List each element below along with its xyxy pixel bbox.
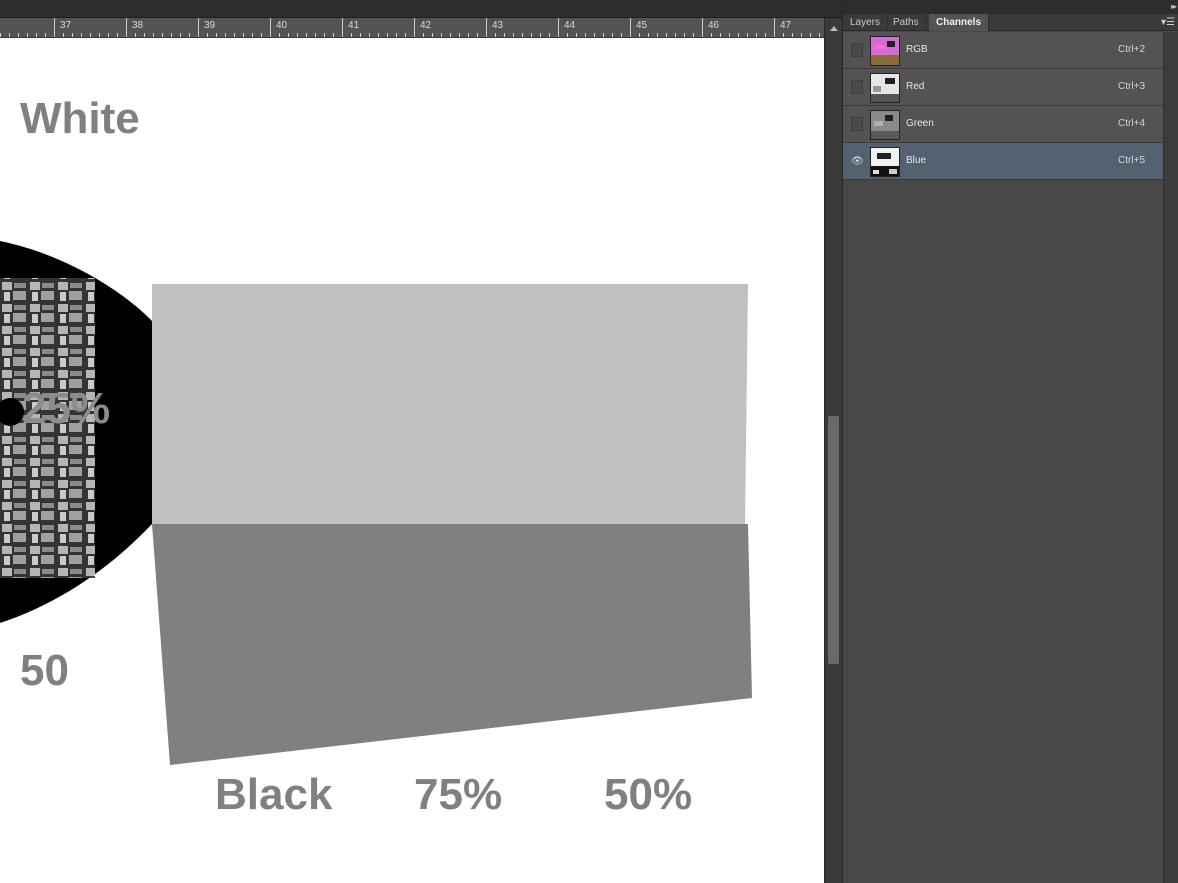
channel-name: Blue (906, 155, 927, 166)
canvas-artwork (0, 241, 752, 765)
eye-icon[interactable]: 👁 (851, 156, 864, 167)
ruler-label: 45 (636, 20, 648, 31)
tab-layers[interactable]: Layers (843, 14, 889, 31)
channel-shortcut: Ctrl+4 (1118, 118, 1145, 129)
channels-panel: ▸▸ Layers Paths Channels ▾☰ RGB Ctrl+2 R… (842, 0, 1178, 883)
visibility-toggle[interactable] (851, 43, 863, 57)
channel-shortcut: Ctrl+5 (1118, 155, 1145, 166)
channel-name: Green (906, 118, 934, 129)
tab-channels[interactable]: Channels (929, 14, 990, 31)
channel-row-red[interactable]: Red Ctrl+3 (843, 69, 1163, 106)
canvas-label-white: White (20, 94, 140, 143)
channel-row-rgb[interactable]: RGB Ctrl+2 (843, 32, 1163, 69)
channel-row-green[interactable]: Green Ctrl+4 (843, 106, 1163, 143)
ruler-label: 37 (60, 20, 72, 31)
canvas-label-50: 50 (20, 646, 69, 695)
panel-tabs: Layers Paths Channels ▾☰ (843, 14, 1178, 31)
ruler-label: 40 (276, 20, 288, 31)
visibility-toggle[interactable]: 👁 (851, 154, 864, 168)
ruler-label: 46 (708, 20, 720, 31)
ruler-label: 43 (492, 20, 504, 31)
canvas-label-25-percent: 25% (22, 384, 111, 433)
panel-menu-icon[interactable]: ▾☰ (1161, 17, 1175, 28)
scrollbar-thumb[interactable] (828, 416, 839, 664)
channel-thumbnail (870, 36, 900, 66)
panel-scrollbar[interactable] (1163, 32, 1178, 883)
canvas-label-50-percent: 50% (604, 770, 693, 819)
ruler-label: 42 (420, 20, 432, 31)
canvas-label-black: Black (215, 770, 333, 819)
ruler-label: 47 (780, 20, 792, 31)
tab-paths[interactable]: Paths (886, 14, 927, 31)
channel-thumbnail (870, 110, 900, 140)
ruler-label: 44 (564, 20, 576, 31)
canvas-vertical-scrollbar[interactable] (824, 18, 842, 883)
channel-name: RGB (906, 44, 928, 55)
visibility-toggle[interactable] (851, 80, 863, 94)
ruler-ticks (0, 18, 820, 37)
ruler-label: 39 (204, 20, 216, 31)
document-canvas[interactable]: White 25% 50 Black 75% 50% (0, 38, 824, 883)
channel-thumbnail (870, 147, 900, 177)
panel-header-strip: ▸▸ (843, 0, 1178, 14)
mid-gray-block (152, 524, 752, 765)
double-chevron-icon[interactable]: ▸▸ (1171, 2, 1177, 11)
scroll-up-arrow-icon[interactable] (830, 26, 838, 31)
channel-name: Red (906, 81, 925, 92)
canvas-label-75-percent: 75% (414, 770, 503, 819)
ruler-label: 41 (348, 20, 360, 31)
channel-thumbnail (870, 73, 900, 103)
photoshop-window: 37 38 39 40 41 42 43 44 45 46 47 White 2… (0, 0, 1178, 883)
channel-shortcut: Ctrl+3 (1118, 81, 1145, 92)
channel-shortcut: Ctrl+2 (1118, 44, 1145, 55)
light-gray-block (152, 284, 748, 524)
ruler-label: 38 (132, 20, 144, 31)
visibility-toggle[interactable] (851, 117, 863, 131)
horizontal-ruler[interactable]: 37 38 39 40 41 42 43 44 45 46 47 (0, 18, 824, 38)
channel-row-blue[interactable]: 👁 Blue Ctrl+5 (843, 143, 1163, 180)
